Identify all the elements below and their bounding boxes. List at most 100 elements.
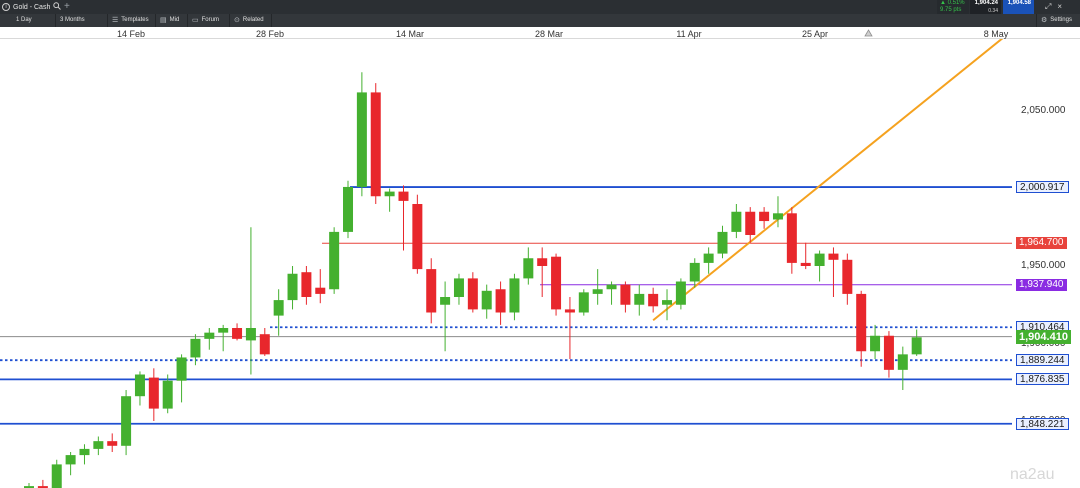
candle-up (65, 455, 76, 465)
date-tick: 28 Feb (255, 29, 285, 39)
candle-up (772, 213, 783, 220)
search-icon[interactable] (53, 2, 62, 12)
level-tag[interactable]: 1,848.221 (1016, 417, 1069, 430)
tab-title: Gold - Cash (13, 3, 51, 11)
related-button[interactable]: ⊙ Related (230, 14, 272, 27)
candle-up (329, 231, 340, 290)
candle-up (162, 380, 173, 409)
candle-up (731, 211, 742, 232)
templates-icon: ☰ (112, 17, 119, 24)
candle-down (315, 287, 326, 294)
expand-icon[interactable]: ⤢ (1045, 2, 1051, 12)
candle-down (842, 259, 853, 294)
mid-icon: ▤ (160, 17, 167, 24)
candle-up (121, 396, 132, 446)
price-tick: 1,950.000 (1021, 260, 1066, 271)
candle-up (176, 357, 187, 381)
candle-down (620, 284, 631, 305)
candle-down (259, 334, 270, 355)
settings-button[interactable]: ⚙ Settings (1036, 14, 1080, 27)
level-tag[interactable]: 1,889.244 (1016, 354, 1069, 367)
buy-price[interactable]: 1,904.58 (1003, 0, 1034, 14)
candle-up (204, 332, 215, 339)
candle-down (800, 262, 811, 266)
candle-down (564, 309, 575, 313)
scroll-marker-icon[interactable] (864, 29, 873, 37)
candle-up (689, 262, 700, 282)
candle-up (675, 281, 686, 305)
candle-up (287, 273, 298, 301)
range-select[interactable]: 3 Months (56, 14, 108, 27)
settings-label: Settings (1050, 17, 1072, 23)
date-tick: 11 Apr (676, 29, 702, 39)
window-controls: ⤢ × (1045, 2, 1062, 12)
candle-down (786, 213, 797, 263)
candle-up (897, 354, 908, 370)
candle-down (398, 191, 409, 201)
candle-down (745, 211, 756, 235)
level-tag[interactable]: 1,876.835 (1016, 373, 1069, 386)
candle-down (232, 328, 243, 339)
settings-icon: ⚙ (1041, 17, 1048, 24)
chart-toolbar: 1 Day 3 Months ☰ Templates ▤ Mid ▭ Forum ⊙ R… (0, 14, 1080, 27)
candle-down (648, 293, 659, 307)
level-tag[interactable]: 1,964.700 (1016, 237, 1067, 250)
change-points: 9.75 pts (940, 7, 962, 13)
candle-up (440, 297, 451, 305)
candle-down (537, 258, 548, 266)
window-tab[interactable]: i Gold - Cash (2, 2, 62, 12)
candle-down (301, 272, 312, 297)
candle-up (814, 253, 825, 266)
candle-up (51, 464, 62, 488)
forum-label: Forum (201, 17, 219, 23)
candle-up (79, 448, 90, 456)
level-tag[interactable]: 1,937.940 (1016, 278, 1067, 291)
mid-label: Mid (169, 17, 180, 23)
mid-button[interactable]: ▤ Mid (156, 14, 188, 27)
candle-up (453, 278, 464, 297)
date-tick: 28 Mar (534, 29, 564, 39)
candle-up (911, 337, 922, 355)
candle-up (870, 335, 881, 352)
watermark-logo: na2au (1010, 466, 1055, 483)
candle-up (509, 278, 520, 313)
candle-down (107, 441, 118, 446)
candle-up (190, 338, 201, 358)
candle-up (93, 441, 104, 449)
interval-label: 1 Day (16, 17, 32, 23)
templates-label: Templates (121, 17, 149, 23)
candle-up (662, 300, 673, 305)
forum-button[interactable]: ▭ Forum (188, 14, 230, 27)
candle-up (343, 186, 354, 232)
change-percent: ▲ 0.51% (940, 0, 965, 6)
date-tick: 14 Mar (395, 29, 425, 39)
candle-down (148, 377, 159, 409)
candle-up (218, 328, 229, 333)
price-chart[interactable] (0, 39, 1080, 488)
candle-down (412, 204, 423, 270)
date-tick: 25 Apr (801, 29, 829, 39)
price-tick: 2,050.000 (1021, 105, 1066, 116)
candle-down (856, 293, 867, 352)
range-label: 3 Months (60, 17, 85, 23)
info-icon: i (2, 3, 10, 11)
close-icon[interactable]: × (1057, 2, 1062, 12)
candle-up (703, 253, 714, 263)
level-tag[interactable]: 2,000.917 (1016, 181, 1069, 194)
plus-icon[interactable]: + (64, 1, 70, 12)
candle-up (717, 231, 728, 254)
date-tick: 14 Feb (116, 29, 146, 39)
candle-down (828, 253, 839, 260)
candle-down (551, 256, 562, 310)
candle-down (467, 278, 478, 310)
templates-button[interactable]: ☰ Templates (108, 14, 156, 27)
candle-up (481, 290, 492, 310)
date-tick: 8 May (983, 29, 1009, 39)
candle-up (592, 289, 603, 294)
candle-up (245, 328, 256, 341)
related-label: Related (242, 17, 264, 23)
candle-down (370, 92, 381, 197)
interval-select[interactable]: 1 Day (12, 14, 56, 27)
window-bar: i Gold - Cash + ▲ 0.51% 9.75 pts 1,904.2… (0, 0, 1080, 14)
candle-up (578, 292, 589, 313)
